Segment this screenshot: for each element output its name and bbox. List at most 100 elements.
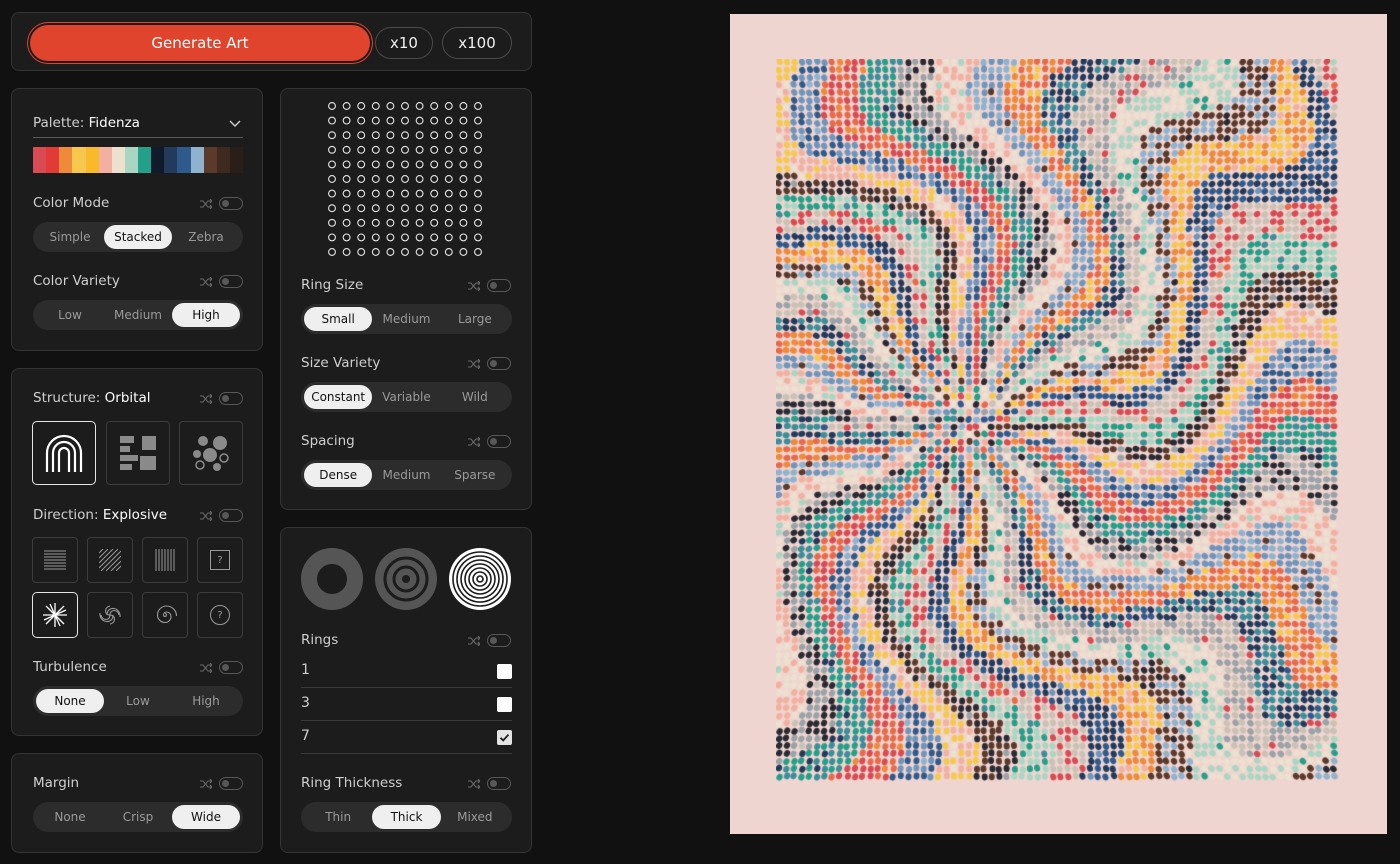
color-mode-option-zebra[interactable]: Zebra — [172, 225, 240, 249]
structure-option-bubbles[interactable] — [179, 421, 243, 485]
shuffle-icon[interactable] — [468, 281, 480, 291]
shuffle-icon[interactable] — [200, 779, 212, 789]
generate-art-button[interactable]: Generate Art — [30, 25, 370, 61]
structure-value: Orbital — [104, 390, 151, 406]
turbulence-toggle[interactable] — [219, 661, 243, 674]
rings-toggle[interactable] — [487, 634, 511, 647]
margin-label: Margin — [33, 775, 80, 791]
shuffle-icon[interactable] — [468, 779, 480, 789]
ring-size-segmented: Small Medium Large — [301, 304, 512, 334]
structure-toggle[interactable] — [219, 392, 243, 405]
ring-seven-preview-icon — [449, 548, 511, 610]
x10-button[interactable]: x10 — [375, 27, 433, 59]
direction-toggle[interactable] — [219, 509, 243, 522]
palette-swatch — [177, 147, 191, 173]
direction-label: Direction: — [33, 507, 99, 523]
color-variety-toggle[interactable] — [219, 275, 243, 288]
structure-option-blocks[interactable] — [106, 421, 170, 485]
direction-option-diagonal[interactable] — [87, 537, 133, 583]
shuffle-icon[interactable] — [200, 277, 212, 287]
color-mode-option-stacked[interactable]: Stacked — [104, 225, 172, 249]
direction-option-horizontal[interactable] — [32, 537, 78, 583]
rings-7-checkbox[interactable] — [497, 730, 512, 745]
color-mode-option-simple[interactable]: Simple — [36, 225, 104, 249]
margin-option-none[interactable]: None — [36, 805, 104, 829]
shuffle-icon[interactable] — [468, 636, 480, 646]
turbulence-option-low[interactable]: Low — [104, 689, 172, 713]
palette-swatch — [203, 147, 217, 173]
turbulence-label: Turbulence — [33, 659, 107, 675]
spacing-option-dense[interactable]: Dense — [304, 463, 373, 487]
spacing-option-sparse[interactable]: Sparse — [441, 463, 509, 487]
ring-size-toggle[interactable] — [487, 279, 511, 292]
color-panel: Palette: Fidenza Color Mode Simple Stack… — [11, 88, 263, 351]
checkmark-icon — [499, 733, 510, 742]
margin-option-crisp[interactable]: Crisp — [104, 805, 172, 829]
color-variety-option-low[interactable]: Low — [36, 303, 104, 327]
size-variety-option-wild[interactable]: Wild — [441, 385, 509, 409]
rings-option-1[interactable]: 1 — [301, 655, 512, 688]
turbulence-option-none[interactable]: None — [36, 689, 104, 713]
direction-option-vertical[interactable] — [142, 537, 188, 583]
margin-segmented: None Crisp Wide — [33, 802, 243, 832]
top-toolbar: Generate Art x10 x100 — [11, 12, 532, 71]
palette-swatch — [98, 147, 112, 173]
ring-thickness-toggle[interactable] — [487, 777, 511, 790]
spacing-label: Spacing — [301, 433, 355, 449]
x100-button[interactable]: x100 — [442, 27, 512, 59]
ring-thickness-option-mixed[interactable]: Mixed — [441, 805, 509, 829]
ring-size-label: Ring Size — [301, 277, 364, 293]
palette-swatch — [111, 147, 125, 173]
spacing-toggle[interactable] — [487, 435, 511, 448]
size-variety-toggle[interactable] — [487, 357, 511, 370]
direction-option-swirl[interactable] — [87, 592, 133, 638]
ring-size-option-large[interactable]: Large — [441, 307, 509, 331]
shuffle-icon[interactable] — [468, 437, 480, 447]
shuffle-icon[interactable] — [200, 394, 212, 404]
shuffle-icon[interactable] — [468, 359, 480, 369]
spacing-option-medium[interactable]: Medium — [372, 463, 440, 487]
direction-option-spiral[interactable] — [142, 592, 188, 638]
rings-option-7[interactable]: 7 — [301, 721, 512, 754]
ring-thickness-segmented: Thin Thick Mixed — [301, 802, 512, 832]
ring-thickness-option-thin[interactable]: Thin — [304, 805, 372, 829]
rings-panel: Rings 1 3 7 Ring Thickness Thin Thick Mi… — [280, 527, 532, 853]
palette-swatches — [33, 147, 243, 173]
ring-thickness-label: Ring Thickness — [301, 775, 403, 791]
rings-option-3[interactable]: 3 — [301, 688, 512, 721]
turbulence-segmented: None Low High — [33, 686, 243, 716]
size-variety-option-constant[interactable]: Constant — [304, 385, 373, 409]
rings-3-checkbox[interactable] — [497, 697, 512, 712]
structure-option-orbital[interactable] — [32, 421, 96, 485]
ring-grid-preview — [328, 102, 482, 256]
palette-select[interactable]: Palette: Fidenza — [33, 112, 243, 138]
turbulence-option-high[interactable]: High — [172, 689, 240, 713]
ring-three-preview-icon — [375, 548, 437, 610]
question-circle-icon: ? — [210, 605, 230, 625]
palette-swatch — [151, 147, 165, 173]
color-variety-option-medium[interactable]: Medium — [104, 303, 172, 327]
ring-size-option-medium[interactable]: Medium — [372, 307, 440, 331]
palette-swatch — [138, 147, 152, 173]
ring-size-option-small[interactable]: Small — [304, 307, 373, 331]
direction-option-random-square[interactable]: ? — [197, 537, 243, 583]
direction-option-random-circle[interactable]: ? — [197, 592, 243, 638]
color-variety-option-high[interactable]: High — [172, 303, 240, 327]
ring-thickness-option-thick[interactable]: Thick — [372, 805, 441, 829]
shuffle-icon[interactable] — [200, 199, 212, 209]
color-mode-toggle[interactable] — [219, 197, 243, 210]
size-variety-segmented: Constant Variable Wild — [301, 382, 512, 412]
rings-1-checkbox[interactable] — [497, 664, 512, 679]
spacing-segmented: Dense Medium Sparse — [301, 460, 512, 490]
margin-option-wide[interactable]: Wide — [172, 805, 240, 829]
direction-option-explosive[interactable] — [32, 592, 78, 638]
shuffle-icon[interactable] — [200, 663, 212, 673]
margin-toggle[interactable] — [219, 777, 243, 790]
spiral-icon — [156, 605, 177, 624]
artwork-canvas — [730, 14, 1387, 834]
rings-option-label: 7 — [301, 728, 310, 744]
size-variety-option-variable[interactable]: Variable — [372, 385, 440, 409]
shuffle-icon[interactable] — [200, 511, 212, 521]
palette-swatch — [216, 147, 230, 173]
ring-layout-panel: Ring Size Small Medium Large Size Variet… — [280, 88, 532, 510]
